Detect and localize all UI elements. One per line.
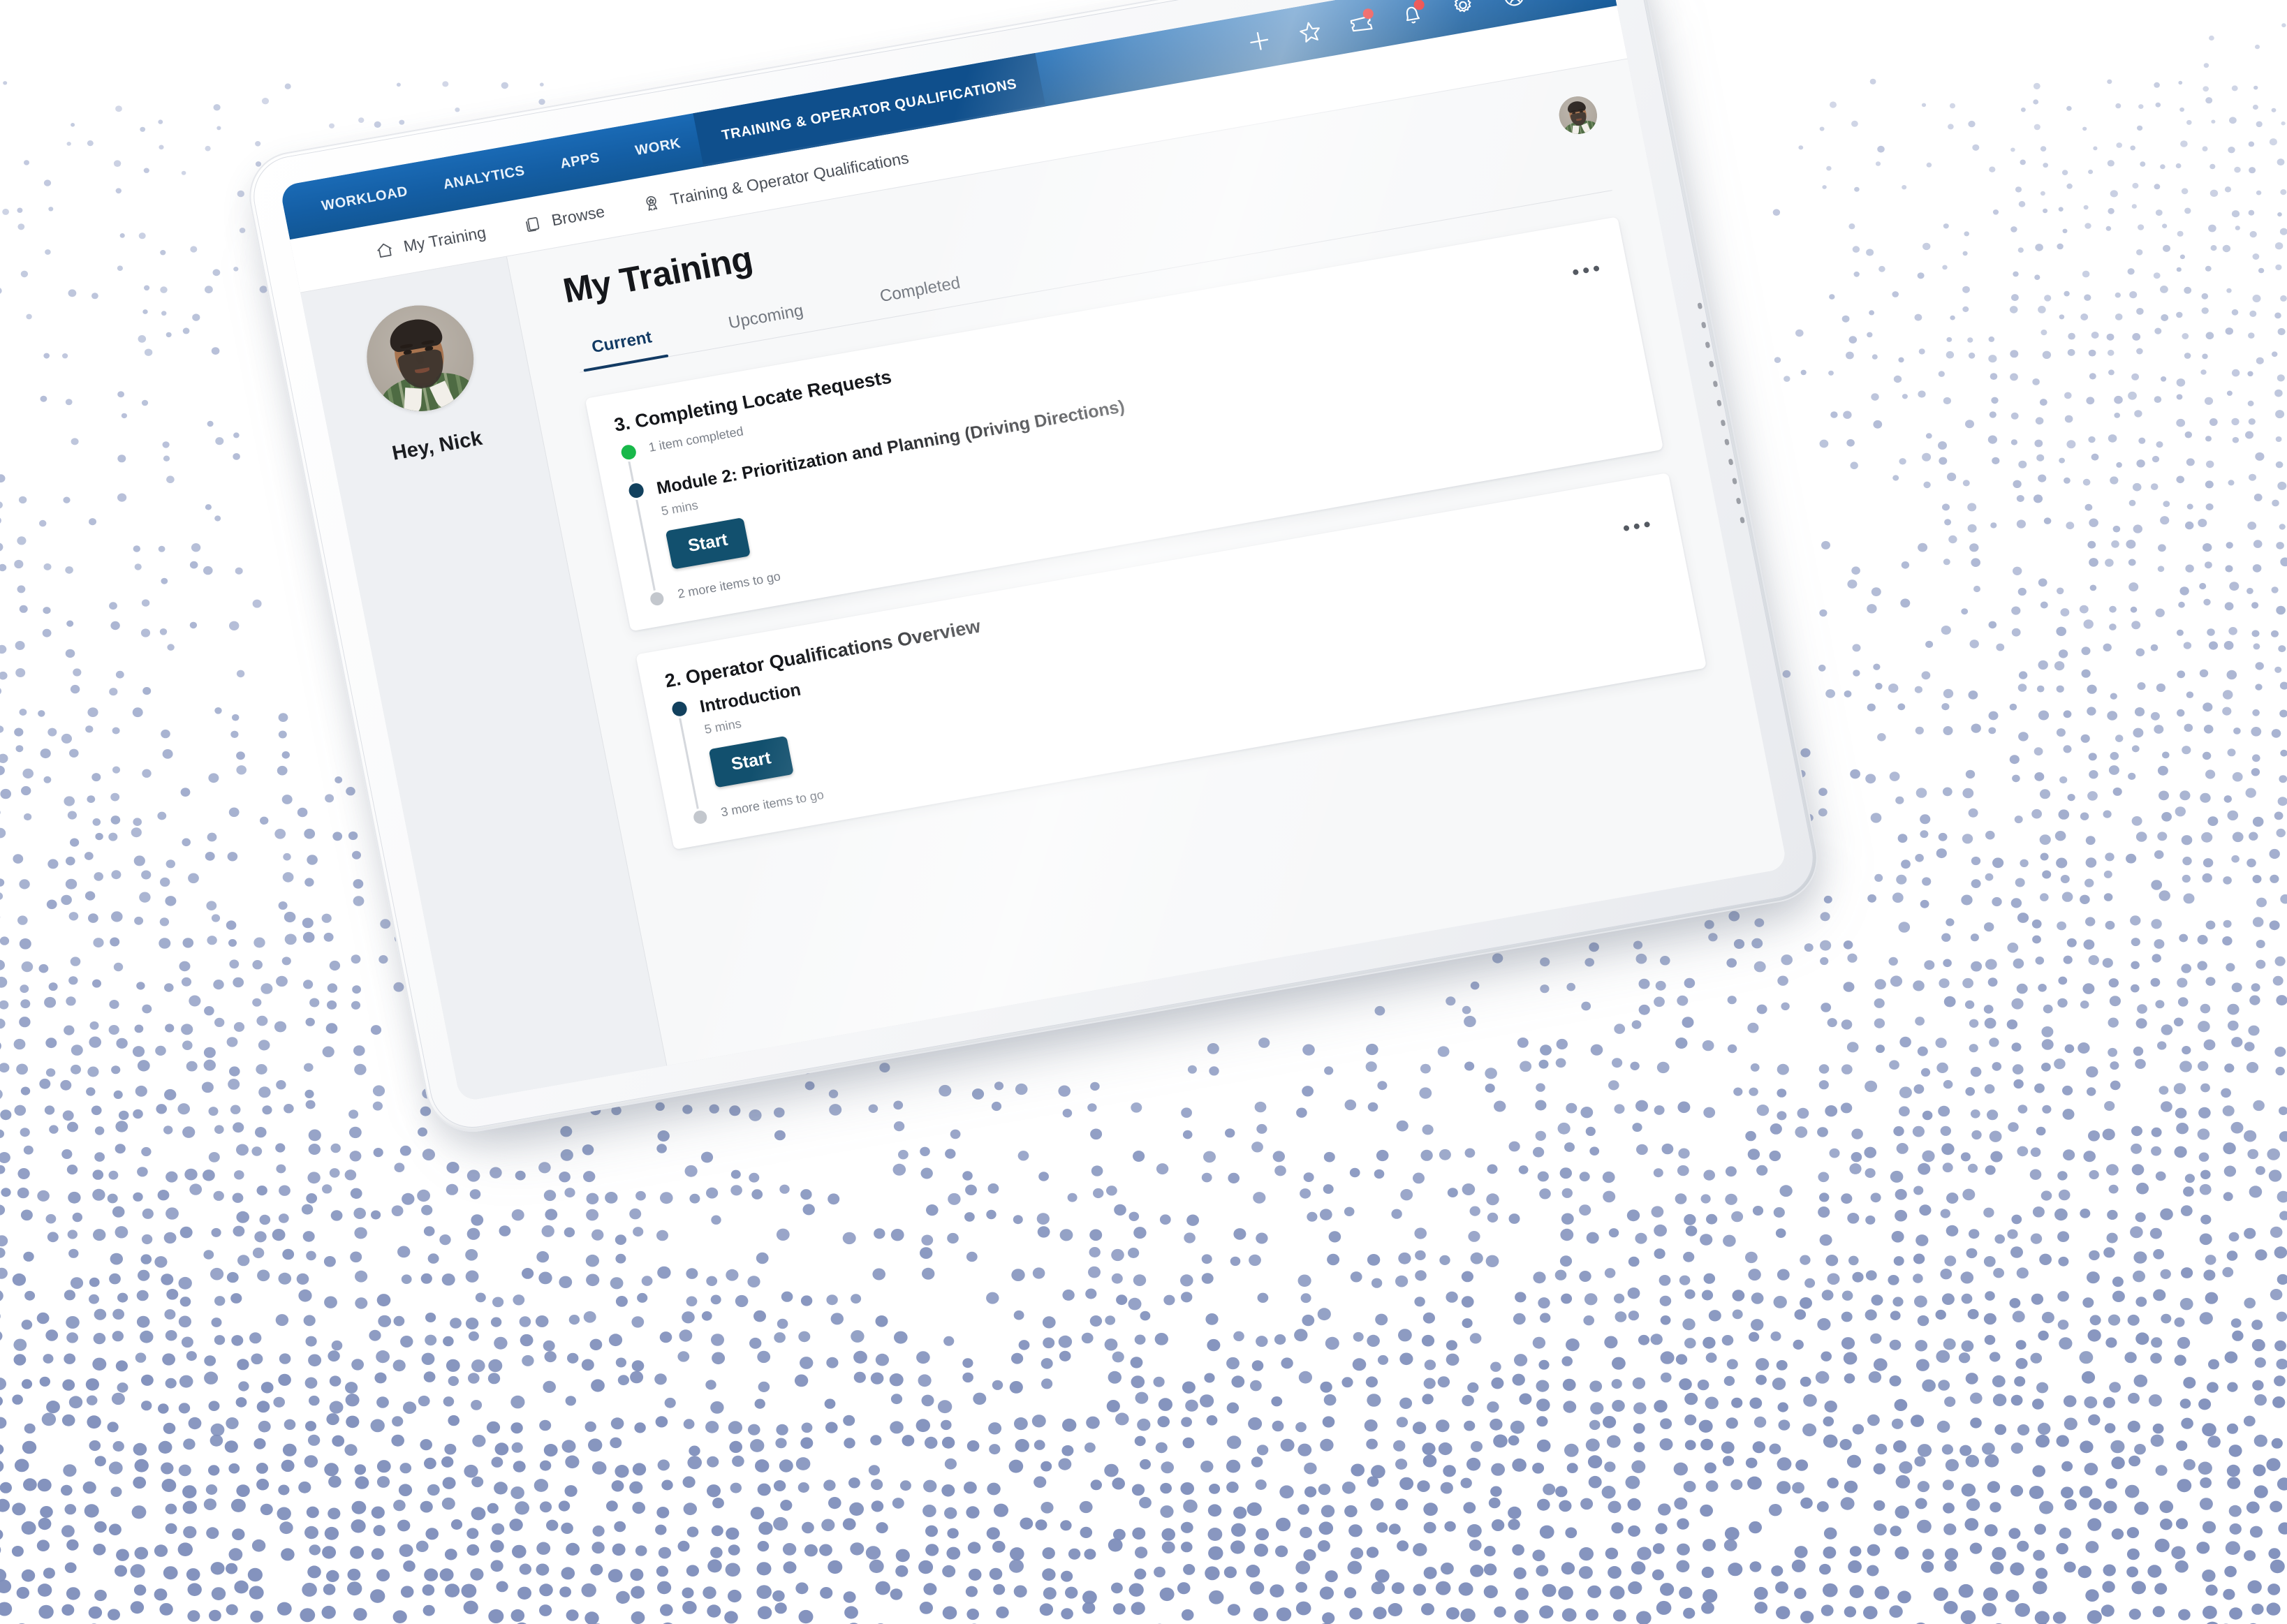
add-button[interactable] xyxy=(1243,25,1276,57)
breadcrumb-label: Browse xyxy=(550,202,607,230)
nav-item-label: WORK xyxy=(633,135,682,158)
kebab-dot xyxy=(1582,267,1589,274)
kebab-dot xyxy=(1633,523,1640,530)
kebab-dot xyxy=(1593,265,1600,272)
breadcrumb-label: My Training xyxy=(402,223,487,256)
portrait-illustration-small xyxy=(1555,93,1601,138)
notifications-button[interactable] xyxy=(1396,0,1429,30)
nav-item-label: ANALYTICS xyxy=(441,163,527,193)
profile-button[interactable] xyxy=(1497,0,1530,13)
tab-completed[interactable]: Completed xyxy=(873,272,970,319)
tickets-button[interactable] xyxy=(1345,7,1378,39)
portrait-illustration xyxy=(357,297,483,420)
settings-button[interactable] xyxy=(1447,0,1480,21)
kebab-dot xyxy=(1643,521,1651,528)
screenshot-stage: WORKLOAD ANALYTICS APPS WORK TRAINING & xyxy=(0,0,2287,1624)
page-title: My Training xyxy=(559,239,756,311)
cards-icon xyxy=(525,216,540,232)
tab-label: Current xyxy=(589,327,654,357)
nav-item-label: WORKLOAD xyxy=(320,183,409,214)
greeting-text: Hey, Nick xyxy=(390,427,485,465)
tab-label: Completed xyxy=(878,273,962,307)
timeline-dot-pending-icon xyxy=(692,809,708,825)
tab-label: Upcoming xyxy=(726,301,805,333)
timeline-dot-current-icon xyxy=(670,700,689,718)
kebab-dot xyxy=(1572,269,1580,276)
star-icon xyxy=(1300,22,1321,43)
breadcrumb-item-browse[interactable]: Browse xyxy=(521,202,606,235)
avatar xyxy=(357,297,483,420)
breadcrumb-item-my-training[interactable]: My Training xyxy=(373,223,487,261)
user-circle-icon xyxy=(1504,0,1524,6)
home-icon xyxy=(377,243,392,258)
gear-icon xyxy=(1454,0,1471,13)
tab-upcoming[interactable]: Upcoming xyxy=(721,300,813,346)
nav-item-label: APPS xyxy=(559,149,601,172)
tab-current[interactable]: Current xyxy=(584,327,661,370)
header-avatar[interactable] xyxy=(1555,93,1601,138)
plus-icon xyxy=(1250,31,1269,50)
kebab-dot xyxy=(1623,524,1630,532)
tablet-device: WORKLOAD ANALYTICS APPS WORK TRAINING & xyxy=(241,0,1826,1149)
device-wrapper: WORKLOAD ANALYTICS APPS WORK TRAINING & xyxy=(0,0,2287,1624)
favorites-button[interactable] xyxy=(1294,16,1327,48)
timeline-dot-completed-icon xyxy=(619,443,638,461)
timeline-dot-pending-icon xyxy=(649,591,665,607)
award-ribbon-icon xyxy=(645,195,657,211)
timeline-dot-current-icon xyxy=(627,482,645,499)
